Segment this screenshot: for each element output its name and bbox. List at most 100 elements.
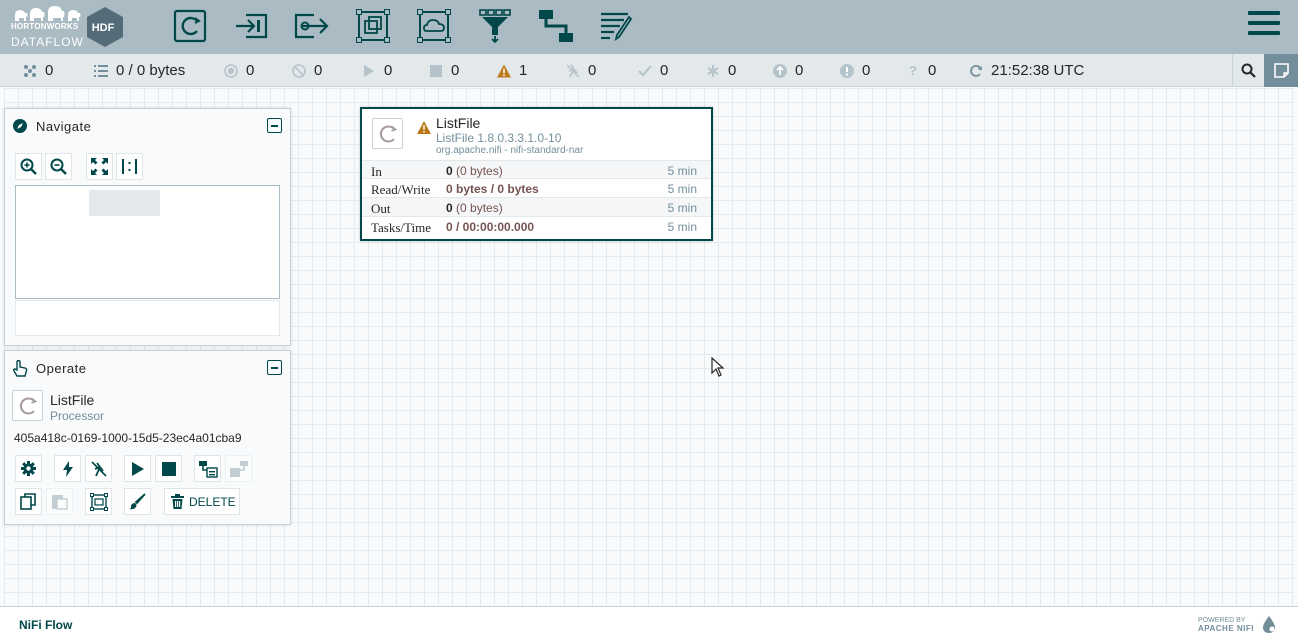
search-button[interactable]: [1232, 54, 1264, 87]
group-button[interactable]: [85, 488, 112, 515]
actual-size-button[interactable]: [116, 153, 143, 180]
start-button[interactable]: [124, 455, 151, 482]
transmitting-stat: 0: [224, 54, 254, 87]
operate-title: Operate: [36, 361, 87, 376]
transmitting-value: 0: [246, 62, 255, 79]
paste-button[interactable]: [46, 488, 73, 515]
lightning-icon: [62, 460, 73, 477]
stop-button[interactable]: [155, 455, 182, 482]
stats-row-out: Out 0 (0 bytes) 5 min: [362, 197, 711, 216]
disabled-stat: 0: [566, 54, 596, 87]
active-threads-value: 0: [45, 62, 54, 79]
label-icon: [601, 12, 633, 41]
search-icon: [1241, 63, 1256, 78]
processor-name: ListFile: [436, 115, 481, 131]
disabled-icon: [566, 64, 580, 78]
powered-by-name: APACHE NIFI: [1197, 624, 1254, 633]
funnel-tool[interactable]: [477, 8, 513, 44]
mouse-cursor-icon: [711, 357, 725, 377]
zoom-fit-button[interactable]: [86, 153, 113, 180]
flow-status-bar: 0 0 / 0 bytes 0 0 0 0 1 0 0 0 0 0 ? 0 21…: [0, 54, 1298, 87]
stats-row-read-write: Read/Write 0 bytes / 0 bytes 5 min: [362, 178, 711, 197]
breadcrumb-bar: NiFi Flow POWERED BY APACHE NIFI: [0, 606, 1298, 640]
hdf-logo: HORTONWORKS DATAFLOW HDF: [10, 6, 125, 50]
processor-icon: [19, 397, 37, 414]
copy-button[interactable]: [15, 488, 42, 515]
enable-button[interactable]: [54, 455, 81, 482]
operate-collapse-button[interactable]: [267, 360, 282, 375]
create-template-button[interactable]: [194, 455, 221, 482]
zoom-out-icon: [50, 158, 67, 175]
input-port-icon: [236, 13, 268, 39]
breadcrumb-root[interactable]: NiFi Flow: [19, 618, 72, 632]
upload-template-button[interactable]: [225, 455, 252, 482]
delete-label: DELETE: [189, 494, 236, 509]
process-group-tool[interactable]: [355, 8, 391, 44]
selected-id: 405a418c-0169-1000-15d5-23ec4a01cba9: [14, 431, 242, 445]
group-icon: [89, 492, 108, 511]
processor-bundle: org.apache.nifi - nifi-standard-nar: [436, 145, 584, 156]
processor-icon: [173, 9, 207, 43]
stop-icon: [161, 461, 176, 476]
zoom-out-button[interactable]: [45, 153, 72, 180]
invalid-stat: 1: [497, 54, 527, 87]
global-menu-button[interactable]: [1248, 11, 1280, 41]
modified-stale-stat: 0: [840, 54, 870, 87]
stats-label: Read/Write: [371, 182, 431, 197]
zoom-in-button[interactable]: [15, 153, 42, 180]
selected-name: ListFile: [50, 392, 95, 408]
running-stat: 0: [362, 54, 392, 87]
bulletin-board-button[interactable]: [1264, 54, 1298, 87]
birdseye-view[interactable]: [15, 185, 280, 299]
invalid-warning-icon[interactable]: [417, 121, 431, 134]
sync-failure-value: 0: [928, 62, 937, 79]
selected-type: Processor: [50, 409, 105, 423]
birdseye-viewport[interactable]: [89, 190, 160, 216]
funnel-icon: [479, 9, 511, 43]
template-tool[interactable]: [538, 8, 574, 44]
stale-stat: 0: [773, 54, 803, 87]
actual-size-icon: [122, 159, 137, 174]
trash-icon: [171, 494, 184, 509]
locally-modified-value: 0: [728, 62, 737, 79]
menu-bar-1: [1248, 11, 1280, 15]
remote-process-group-tool[interactable]: [416, 8, 452, 44]
template-icon: [198, 460, 218, 478]
gear-icon: [21, 461, 36, 476]
expand-icon: [91, 158, 108, 175]
refresh-time: 21:52:38 UTC: [991, 62, 1085, 79]
delete-button[interactable]: DELETE: [164, 488, 240, 515]
not-transmitting-value: 0: [314, 62, 323, 79]
input-port-tool[interactable]: [233, 8, 269, 44]
invalid-value: 1: [519, 62, 528, 79]
warning-icon: [497, 63, 511, 78]
output-port-tool[interactable]: [294, 8, 330, 44]
check-icon: [638, 64, 652, 78]
stats-time: 5 min: [667, 220, 697, 234]
zoom-in-icon: [20, 158, 37, 175]
paste-icon: [52, 495, 68, 510]
stats-row-in: In 0 (0 bytes) 5 min: [362, 160, 711, 179]
navigate-header: Navigate: [5, 109, 290, 143]
up-to-date-value: 0: [660, 62, 669, 79]
configure-button[interactable]: [15, 455, 42, 482]
refresh-icon[interactable]: [969, 64, 983, 78]
menu-bar-2: [1248, 21, 1280, 25]
processor-tool[interactable]: [172, 8, 208, 44]
change-color-button[interactable]: [124, 488, 151, 515]
not-transmitting-stat: 0: [292, 54, 322, 87]
processor-listfile[interactable]: ListFile ListFile 1.8.0.3.3.1.0-10 org.a…: [360, 107, 713, 241]
menu-bar-3: [1248, 31, 1280, 35]
play-icon: [131, 461, 144, 476]
disable-button[interactable]: [85, 455, 112, 482]
compass-icon: [13, 119, 27, 133]
processor-type-icon: [372, 118, 403, 149]
processor-type: ListFile 1.8.0.3.3.1.0-10: [436, 131, 562, 145]
label-tool[interactable]: [599, 8, 635, 44]
output-port-icon: [294, 13, 329, 39]
locally-modified-stat: 0: [706, 54, 736, 87]
play-icon: [362, 64, 376, 78]
powered-by: POWERED BY APACHE NIFI: [1198, 617, 1254, 633]
navigate-collapse-button[interactable]: [267, 118, 282, 133]
stats-count: 0: [446, 164, 453, 178]
